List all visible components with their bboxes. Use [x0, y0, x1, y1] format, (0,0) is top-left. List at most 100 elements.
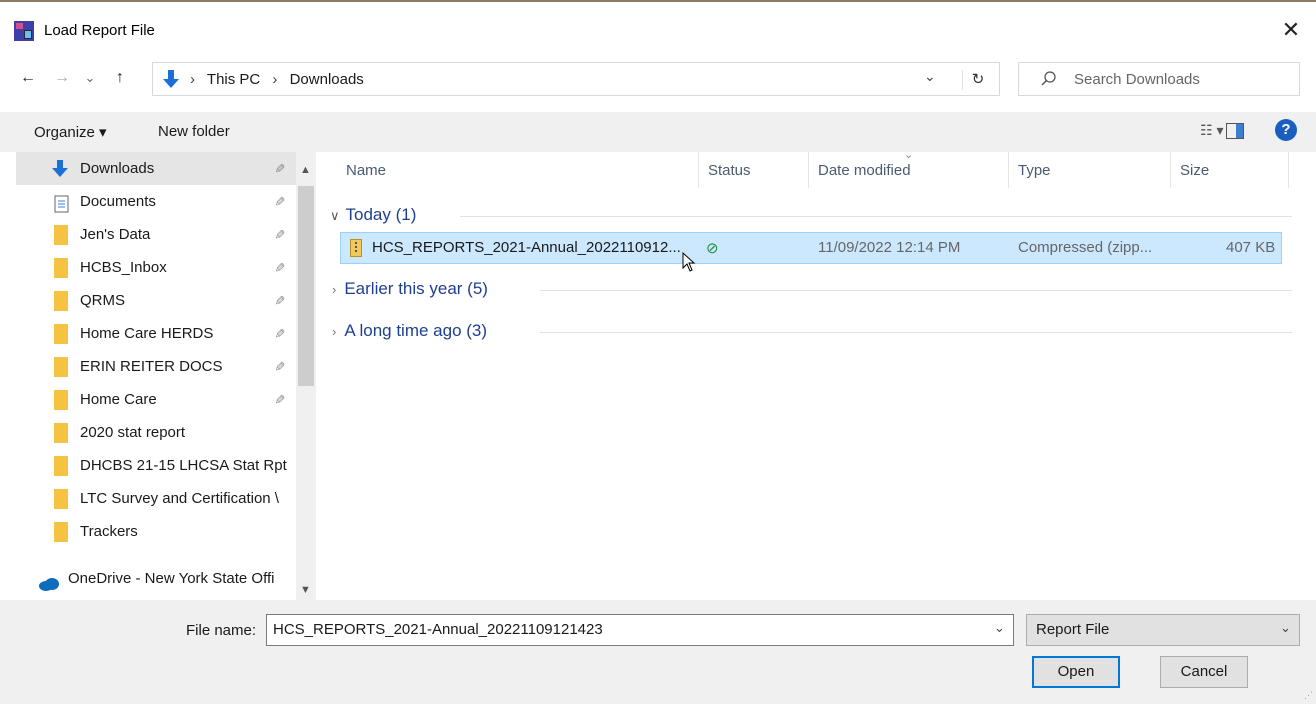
sidebar-item-documents[interactable]: Documents ✎	[16, 185, 296, 218]
pin-icon[interactable]: ✎	[263, 229, 296, 240]
sidebar-item-erin-reiter-docs[interactable]: ERIN REITER DOCS ✎	[16, 350, 296, 383]
forward-button[interactable]: →	[50, 66, 74, 90]
scroll-up-arrow-icon[interactable]: ▲	[300, 164, 311, 176]
sidebar-item-label: HCBS_Inbox	[80, 259, 167, 276]
scroll-down-arrow-icon[interactable]: ▼	[300, 584, 311, 596]
group-label: Earlier this year (5)	[344, 279, 488, 298]
chevron-right-icon: ›	[332, 282, 337, 297]
download-arrow-icon	[50, 158, 70, 178]
pin-icon[interactable]: ✎	[263, 361, 296, 372]
sidebar-item-qrms[interactable]: QRMS ✎	[16, 284, 296, 317]
help-button[interactable]: ?	[1275, 119, 1297, 141]
back-button[interactable]: ←	[16, 66, 40, 90]
close-button[interactable]: ✕	[1276, 16, 1306, 44]
download-arrow-icon	[160, 68, 182, 90]
organize-button[interactable]: Organize ▾	[34, 123, 107, 141]
sidebar-item-label: OneDrive - New York State Offi	[68, 570, 275, 587]
cancel-button[interactable]: Cancel	[1160, 656, 1248, 688]
sidebar-item-2020-stat-report[interactable]: 2020 stat report	[16, 416, 296, 449]
pin-icon[interactable]: ✎	[263, 262, 296, 273]
column-divider[interactable]	[808, 152, 809, 188]
file-list	[316, 152, 1316, 600]
window-top-border	[0, 0, 1316, 2]
sidebar-item-trackers[interactable]: Trackers	[16, 515, 296, 548]
column-divider[interactable]	[1008, 152, 1009, 188]
group-divider	[460, 216, 1292, 217]
file-type-value: Report File	[1036, 621, 1110, 638]
sidebar-item-dhcbs-21-15-lhcsa-stat-rpt[interactable]: DHCBS 21-15 LHCSA Stat Rpt	[16, 449, 296, 482]
sidebar-item-ltc-survey-and-certification[interactable]: LTC Survey and Certification \	[16, 482, 296, 515]
address-dropdown-button[interactable]: ⌄	[924, 68, 936, 85]
pin-icon[interactable]: ✎	[263, 295, 296, 306]
column-divider[interactable]	[698, 152, 699, 188]
column-header-type[interactable]: Type	[1018, 162, 1051, 179]
column-header-size[interactable]: Size	[1180, 162, 1209, 179]
title-bar	[0, 0, 1316, 62]
column-divider[interactable]	[1288, 152, 1289, 188]
sidebar-item-onedrive-new-york-state-offi[interactable]: OneDrive - New York State Offi	[16, 562, 296, 595]
folder-icon	[54, 357, 68, 377]
new-folder-button[interactable]: New folder	[158, 123, 230, 140]
group-earlier-this-year[interactable]: › Earlier this year (5)	[332, 279, 488, 299]
folder-icon	[54, 456, 68, 476]
sidebar-item-label: DHCBS 21-15 LHCSA Stat Rpt	[80, 457, 287, 474]
breadcrumb-this-pc[interactable]: This PC	[207, 71, 260, 88]
sidebar-item-hcbs-inbox[interactable]: HCBS_Inbox ✎	[16, 251, 296, 284]
group-divider	[540, 290, 1292, 291]
search-icon	[1040, 70, 1058, 88]
pin-icon[interactable]: ✎	[263, 163, 296, 174]
window-title: Load Report File	[44, 22, 155, 39]
pin-icon[interactable]: ✎	[263, 394, 296, 405]
preview-pane-button[interactable]	[1226, 123, 1244, 139]
sort-chevron-icon: ⌄	[904, 149, 914, 161]
file-name-value[interactable]: HCS_REPORTS_2021-Annual_20221109121423	[273, 621, 603, 638]
pin-icon[interactable]: ✎	[263, 196, 296, 207]
breadcrumb-separator: ›	[190, 71, 195, 88]
group-divider	[540, 332, 1292, 333]
file-type-dropdown-icon[interactable]: ⌄	[1280, 620, 1291, 636]
folder-icon	[54, 225, 68, 245]
column-header-date-modified[interactable]: Date modified	[818, 162, 911, 179]
mouse-cursor-icon	[682, 251, 696, 272]
column-header-name[interactable]: Name	[346, 162, 386, 179]
group-today[interactable]: ∨ Today (1)	[330, 205, 416, 225]
group-a-long-time-ago[interactable]: › A long time ago (3)	[332, 321, 487, 341]
status-synced-icon: ⊘	[706, 240, 719, 257]
folder-icon	[54, 522, 68, 542]
folder-icon	[54, 324, 68, 344]
sidebar-item-home-care[interactable]: Home Care ✎	[16, 383, 296, 416]
file-name-dropdown-icon[interactable]: ⌄	[994, 620, 1005, 636]
pin-icon[interactable]: ✎	[263, 328, 296, 339]
open-button[interactable]: Open	[1032, 656, 1120, 688]
sidebar-item-downloads[interactable]: Downloads ✎	[16, 152, 296, 185]
view-options-button[interactable]: ☷ ▾	[1200, 122, 1223, 139]
file-name[interactable]: HCS_REPORTS_2021-Annual_2022110912...	[372, 239, 681, 256]
folder-icon	[54, 258, 68, 278]
sidebar-item-jen-s-data[interactable]: Jen's Data ✎	[16, 218, 296, 251]
sidebar-item-label: LTC Survey and Certification \	[80, 490, 279, 507]
recent-locations-button[interactable]: ⌄	[80, 66, 100, 90]
sidebar-item-home-care-herds[interactable]: Home Care HERDS ✎	[16, 317, 296, 350]
breadcrumb-downloads[interactable]: Downloads	[290, 71, 364, 88]
sidebar-item-label: Documents	[80, 193, 156, 210]
column-header-status[interactable]: Status	[708, 162, 751, 179]
folder-icon	[54, 423, 68, 443]
sidebar-item-label: Trackers	[80, 523, 138, 540]
file-type: Compressed (zipp...	[1018, 239, 1153, 256]
sidebar-item-label: Jen's Data	[80, 226, 151, 243]
group-label: Today (1)	[345, 205, 417, 224]
breadcrumb-separator: ›	[272, 71, 278, 88]
search-placeholder: Search Downloads	[1074, 71, 1200, 88]
column-divider[interactable]	[1170, 152, 1171, 188]
sidebar-item-label: Home Care	[80, 391, 157, 408]
folder-icon	[54, 390, 68, 410]
sidebar-item-label: Home Care HERDS	[80, 325, 214, 342]
file-size: 407 KB	[1226, 239, 1276, 256]
sidebar-item-label: QRMS	[80, 292, 125, 309]
resize-grip-icon[interactable]: ⋰	[1304, 690, 1313, 701]
up-button[interactable]: ↑	[108, 66, 132, 90]
refresh-button[interactable]: ↻	[962, 70, 993, 90]
group-label: A long time ago (3)	[344, 321, 488, 340]
sidebar-item-label: Downloads	[80, 160, 155, 177]
nav-scrollbar-thumb[interactable]	[298, 186, 314, 386]
